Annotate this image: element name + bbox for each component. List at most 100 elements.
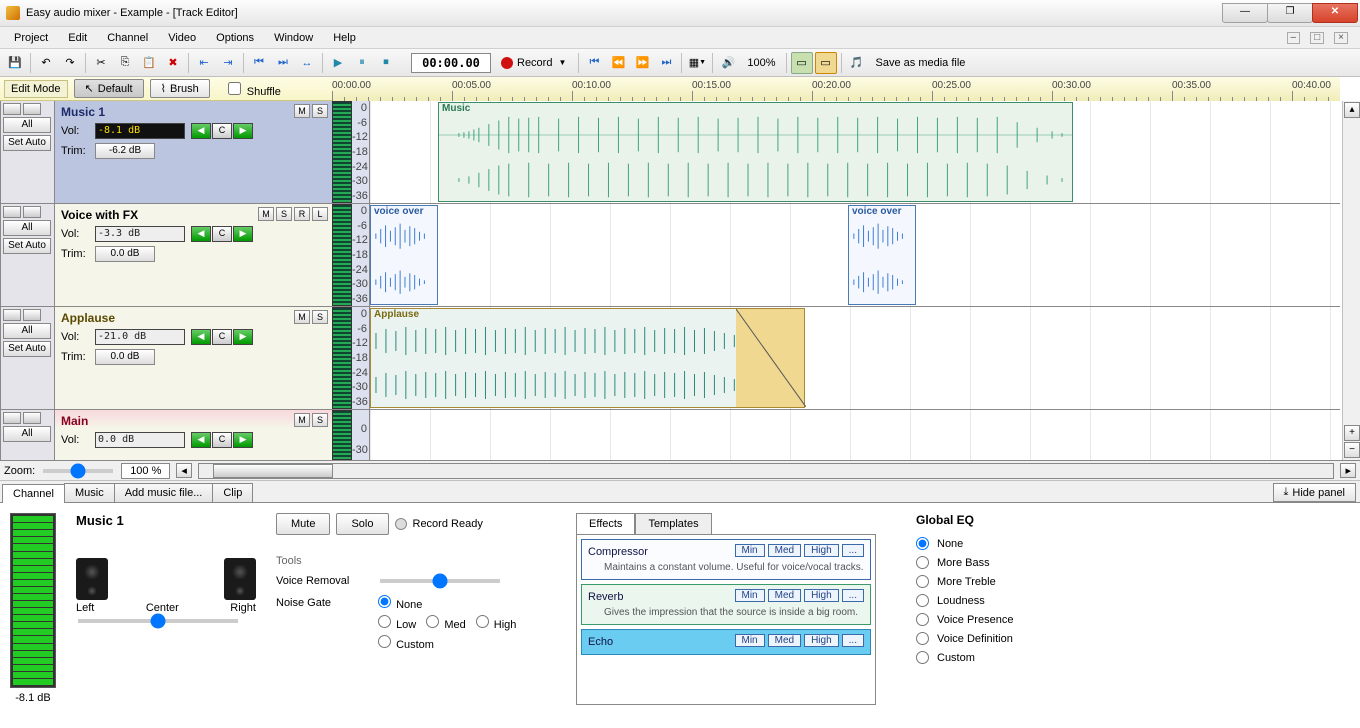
undo-icon[interactable]: ↶ xyxy=(35,52,57,74)
trim-value[interactable]: 0.0 dB xyxy=(95,349,155,365)
track-lane[interactable] xyxy=(370,410,1340,460)
vol-right-icon[interactable]: ▶ xyxy=(233,123,253,139)
delete-icon[interactable]: ✖ xyxy=(162,52,184,74)
fx-level-min[interactable]: Min xyxy=(735,634,765,647)
menu-channel[interactable]: Channel xyxy=(97,30,158,46)
track-mini-1-icon[interactable] xyxy=(3,103,21,115)
voice-removal-slider[interactable] xyxy=(380,579,500,583)
track-lane[interactable]: voice over voice over xyxy=(370,204,1340,306)
vol-center[interactable]: C xyxy=(212,329,232,345)
fx-level-min[interactable]: Min xyxy=(735,544,765,557)
vol-center[interactable]: C xyxy=(212,123,232,139)
loop-flag[interactable]: L xyxy=(312,207,328,221)
tab-channel[interactable]: Channel xyxy=(2,484,65,503)
pause-icon[interactable]: ⏸ xyxy=(351,52,373,74)
zoom-slider[interactable] xyxy=(43,469,113,473)
track-all-button[interactable]: All xyxy=(3,220,51,236)
eq-option[interactable]: Custom xyxy=(916,651,1096,664)
rec-flag[interactable]: R xyxy=(294,207,310,221)
view2-icon[interactable]: ▭ xyxy=(815,52,837,74)
track-lane[interactable]: Applause xyxy=(370,307,1340,409)
scroll-up-icon[interactable]: ▴ xyxy=(1344,102,1360,118)
fx-level-med[interactable]: Med xyxy=(768,544,801,557)
solo-flag[interactable]: S xyxy=(312,413,328,427)
track-lane[interactable]: Music xyxy=(370,101,1340,203)
vol-left-icon[interactable]: ◀ xyxy=(191,432,211,448)
track-setauto-button[interactable]: Set Auto xyxy=(3,238,51,254)
track-setauto-button[interactable]: Set Auto xyxy=(3,341,51,357)
paste-icon[interactable]: 📋 xyxy=(138,52,160,74)
stop-icon[interactable]: ⏹ xyxy=(375,52,397,74)
eq-option[interactable]: Loudness xyxy=(916,594,1096,607)
track-setauto-button[interactable]: Set Auto xyxy=(3,135,51,151)
effect-reverb[interactable]: ReverbMinMedHigh...Gives the impression … xyxy=(581,584,871,625)
mdi-close-icon[interactable]: × xyxy=(1334,32,1348,44)
record-button[interactable]: Record▼ xyxy=(493,52,574,74)
mdi-minimize-icon[interactable]: – xyxy=(1287,32,1301,44)
fx-level-high[interactable]: High xyxy=(804,589,839,602)
trim-value[interactable]: 0.0 dB xyxy=(95,246,155,262)
menu-project[interactable]: Project xyxy=(4,30,58,46)
shuffle-checkbox[interactable]: Shuffle xyxy=(224,79,281,98)
fx-level-med[interactable]: Med xyxy=(768,634,801,647)
track-all-button[interactable]: All xyxy=(3,117,51,133)
track-mini-1-icon[interactable] xyxy=(3,412,21,424)
ng-custom[interactable]: Custom xyxy=(378,639,434,651)
fx-level-...[interactable]: ... xyxy=(842,544,864,557)
trim-value[interactable]: -6.2 dB xyxy=(95,143,155,159)
maximize-button[interactable]: ❐ xyxy=(1267,3,1313,23)
track-mini-1-icon[interactable] xyxy=(3,309,21,321)
pan-slider[interactable] xyxy=(78,619,238,623)
track-mini-2-icon[interactable] xyxy=(23,412,41,424)
ng-low[interactable]: Low xyxy=(378,615,416,631)
vol-right-icon[interactable]: ▶ xyxy=(233,329,253,345)
menu-window[interactable]: Window xyxy=(264,30,323,46)
clip-music[interactable]: Music xyxy=(438,102,1073,202)
fx-tab-templates[interactable]: Templates xyxy=(635,513,711,534)
speaker-icon[interactable]: 🔊 xyxy=(717,52,739,74)
snap-right-icon[interactable]: ⇥ xyxy=(217,52,239,74)
vol-center[interactable]: C xyxy=(212,226,232,242)
grid-icon[interactable]: ▦▼ xyxy=(686,52,708,74)
mode-default-button[interactable]: ↖ Default xyxy=(74,79,144,98)
zoom-in-icon[interactable]: + xyxy=(1344,425,1360,441)
eq-option[interactable]: Voice Presence xyxy=(916,613,1096,626)
mute-flag[interactable]: M xyxy=(294,413,310,427)
eq-option[interactable]: More Treble xyxy=(916,575,1096,588)
horizontal-scrollbar[interactable] xyxy=(198,463,1335,479)
fx-level-high[interactable]: High xyxy=(804,634,839,647)
save-media-button[interactable]: Save as media file xyxy=(870,57,972,69)
tab-music[interactable]: Music xyxy=(64,483,115,502)
mute-flag[interactable]: M xyxy=(294,310,310,324)
save-icon[interactable]: 💾 xyxy=(4,52,26,74)
solo-button[interactable]: Solo xyxy=(336,513,388,535)
mode-brush-button[interactable]: ⌇ Brush xyxy=(150,79,210,98)
marker-prev-icon[interactable]: ⏮ xyxy=(248,52,270,74)
track-mini-2-icon[interactable] xyxy=(23,309,41,321)
mute-flag[interactable]: M xyxy=(294,104,310,118)
marker-region-icon[interactable]: ↔ xyxy=(296,52,318,74)
track-mini-1-icon[interactable] xyxy=(3,206,21,218)
vol-right-icon[interactable]: ▶ xyxy=(233,226,253,242)
effects-list[interactable]: CompressorMinMedHigh...Maintains a const… xyxy=(576,535,876,705)
vol-value[interactable]: 0.0 dB xyxy=(95,432,185,448)
redo-icon[interactable]: ↷ xyxy=(59,52,81,74)
hide-panel-button[interactable]: ⤓Hide panel xyxy=(1273,483,1356,502)
fx-level-med[interactable]: Med xyxy=(768,589,801,602)
ng-none[interactable]: None xyxy=(378,595,422,611)
vol-value[interactable]: -8.1 dB xyxy=(95,123,185,139)
eq-option[interactable]: More Bass xyxy=(916,556,1096,569)
close-button[interactable]: ✕ xyxy=(1312,3,1358,23)
tab-clip[interactable]: Clip xyxy=(212,483,253,502)
eq-option[interactable]: Voice Definition xyxy=(916,632,1096,645)
effect-echo[interactable]: EchoMinMedHigh... xyxy=(581,629,871,655)
fx-level-high[interactable]: High xyxy=(804,544,839,557)
track-mini-2-icon[interactable] xyxy=(23,206,41,218)
hscroll-left-icon[interactable]: ◂ xyxy=(176,463,192,478)
view1-icon[interactable]: ▭ xyxy=(791,52,813,74)
copy-icon[interactable]: ⎘ xyxy=(114,52,136,74)
mute-button[interactable]: Mute xyxy=(276,513,330,535)
fx-level-...[interactable]: ... xyxy=(842,589,864,602)
ng-med[interactable]: Med xyxy=(426,615,465,631)
vertical-scrollbar[interactable]: ▴ + − xyxy=(1342,101,1360,460)
